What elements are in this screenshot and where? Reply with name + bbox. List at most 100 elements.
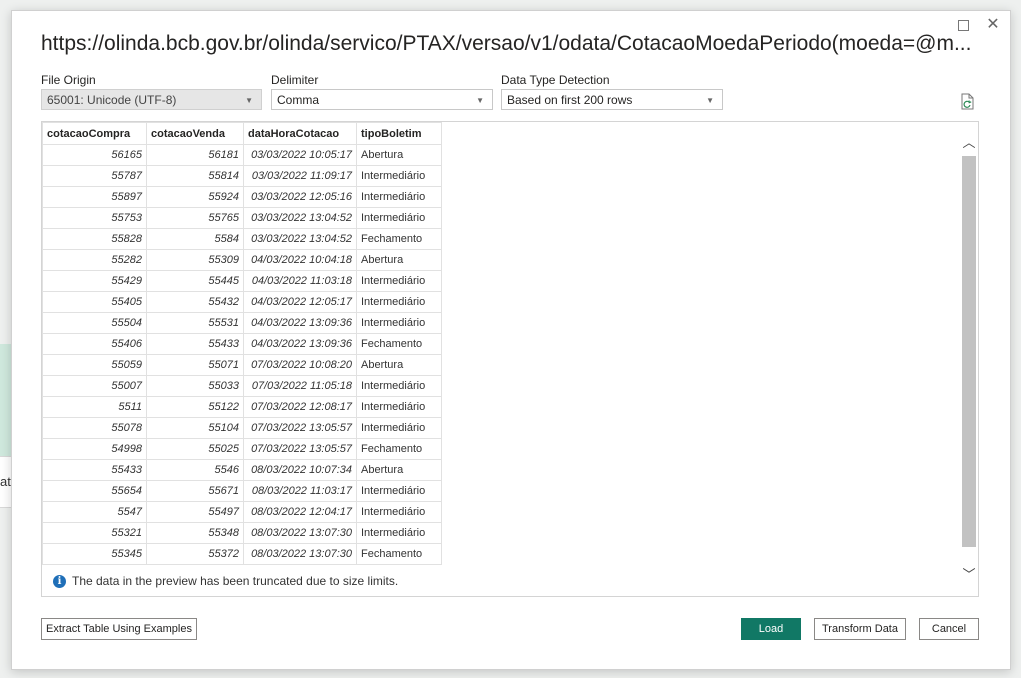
cancel-button[interactable]: Cancel <box>919 618 979 640</box>
table-cell: Fechamento <box>356 333 442 355</box>
table-row: 55282 55309 04/03/2022 10:04:18 Abertura <box>42 249 442 271</box>
table-cell: 55445 <box>146 270 244 292</box>
table-cell: 5584 <box>146 228 244 250</box>
table-cell: 55309 <box>146 249 244 271</box>
table-cell: 55765 <box>146 207 244 229</box>
scroll-thumb[interactable] <box>962 156 976 547</box>
table-cell: 07/03/2022 11:05:18 <box>243 375 357 397</box>
data-type-detection-label: Data Type Detection <box>501 73 610 87</box>
table-cell: 55433 <box>146 333 244 355</box>
load-button[interactable]: Load <box>741 618 801 640</box>
data-type-detection-value: Based on first 200 rows <box>507 93 633 107</box>
table-cell: 55787 <box>42 165 147 187</box>
table-cell: 03/03/2022 13:04:52 <box>243 228 357 250</box>
table-cell: 55828 <box>42 228 147 250</box>
table-cell: Fechamento <box>356 438 442 460</box>
table-cell: 04/03/2022 13:09:36 <box>243 312 357 334</box>
table-cell: 55497 <box>146 501 244 523</box>
column-header: tipoBoletim <box>356 122 442 145</box>
file-origin-select[interactable]: 65001: Unicode (UTF-8) ▼ <box>41 89 262 110</box>
table-cell: 03/03/2022 12:05:16 <box>243 186 357 208</box>
table-cell: 08/03/2022 13:07:30 <box>243 543 357 565</box>
table-cell: 07/03/2022 13:05:57 <box>243 438 357 460</box>
table-cell: Intermediário <box>356 186 442 208</box>
table-cell: 08/03/2022 13:07:30 <box>243 522 357 544</box>
table-cell: Intermediário <box>356 291 442 313</box>
scroll-down-icon[interactable]: ﹀ <box>960 564 978 586</box>
table-cell: Fechamento <box>356 543 442 565</box>
table-row: 54998 55025 07/03/2022 13:05:57 Fechamento <box>42 438 442 460</box>
table-row: 55078 55104 07/03/2022 13:05:57 Intermediár… <box>42 417 442 439</box>
table-row: 55654 55671 08/03/2022 11:03:17 Intermediár… <box>42 480 442 502</box>
chevron-down-icon: ▼ <box>245 96 253 105</box>
table-row: 55897 55924 03/03/2022 12:05:16 Intermediár… <box>42 186 442 208</box>
table-row: 55321 55348 08/03/2022 13:07:30 Intermediár… <box>42 522 442 544</box>
table-cell: 55671 <box>146 480 244 502</box>
column-header: cotacaoCompra <box>42 122 147 145</box>
table-cell: Abertura <box>356 249 442 271</box>
preview-table: cotacaoCompra cotacaoVenda dataHoraCotac… <box>42 122 442 565</box>
data-type-detection-select[interactable]: Based on first 200 rows ▼ <box>501 89 723 110</box>
table-cell: Intermediário <box>356 312 442 334</box>
chevron-down-icon: ▼ <box>706 96 714 105</box>
truncation-message: The data in the preview has been truncat… <box>72 574 399 588</box>
scroll-up-icon[interactable]: ︿ <box>960 132 978 154</box>
column-header: dataHoraCotacao <box>243 122 357 145</box>
table-row: 56165 56181 03/03/2022 10:05:17 Abertura <box>42 144 442 166</box>
table-cell: 03/03/2022 10:05:17 <box>243 144 357 166</box>
table-cell: 55104 <box>146 417 244 439</box>
table-cell: Fechamento <box>356 228 442 250</box>
table-cell: 55405 <box>42 291 147 313</box>
delimiter-value: Comma <box>277 93 320 107</box>
table-cell: 07/03/2022 13:05:57 <box>243 417 357 439</box>
vertical-scrollbar[interactable]: ︿ ﹀ <box>960 122 978 596</box>
table-cell: 08/03/2022 11:03:17 <box>243 480 357 502</box>
table-cell: 04/03/2022 12:05:17 <box>243 291 357 313</box>
table-cell: 55007 <box>42 375 147 397</box>
table-cell: 55372 <box>146 543 244 565</box>
table-cell: 08/03/2022 12:04:17 <box>243 501 357 523</box>
file-origin-value: 65001: Unicode (UTF-8) <box>47 93 177 107</box>
dialog-title: https://olinda.bcb.gov.br/olinda/servico… <box>41 32 972 55</box>
table-cell: 56165 <box>42 144 147 166</box>
table-cell: Abertura <box>356 354 442 376</box>
close-icon[interactable]: ✕ <box>982 14 1004 36</box>
table-cell: 5546 <box>146 459 244 481</box>
table-cell: 07/03/2022 10:08:20 <box>243 354 357 376</box>
table-cell: Intermediário <box>356 522 442 544</box>
table-cell: 55504 <box>42 312 147 334</box>
table-cell: Intermediário <box>356 417 442 439</box>
table-row: 55405 55432 04/03/2022 12:05:17 Intermediár… <box>42 291 442 313</box>
table-cell: 55078 <box>42 417 147 439</box>
table-cell: Abertura <box>356 144 442 166</box>
table-cell: 55924 <box>146 186 244 208</box>
table-cell: 04/03/2022 10:04:18 <box>243 249 357 271</box>
table-cell: Intermediário <box>356 207 442 229</box>
table-cell: 55406 <box>42 333 147 355</box>
table-cell: 55059 <box>42 354 147 376</box>
table-row: 55429 55445 04/03/2022 11:03:18 Intermediár… <box>42 270 442 292</box>
transform-data-button[interactable]: Transform Data <box>814 618 906 640</box>
csv-import-dialog: ✕ https://olinda.bcb.gov.br/olinda/servi… <box>11 10 1011 670</box>
table-cell: 55897 <box>42 186 147 208</box>
table-cell: 03/03/2022 13:04:52 <box>243 207 357 229</box>
table-cell: 55282 <box>42 249 147 271</box>
table-row: 55059 55071 07/03/2022 10:08:20 Abertura <box>42 354 442 376</box>
table-cell: 55432 <box>146 291 244 313</box>
extract-table-button[interactable]: Extract Table Using Examples <box>41 618 197 640</box>
background-partial-text: at <box>0 474 11 489</box>
info-icon: i <box>53 574 66 588</box>
table-cell: 03/03/2022 11:09:17 <box>243 165 357 187</box>
table-cell: Intermediário <box>356 270 442 292</box>
table-row: 5511 55122 07/03/2022 12:08:17 Intermediári… <box>42 396 442 418</box>
table-row: 5547 55497 08/03/2022 12:04:17 Intermediári… <box>42 501 442 523</box>
table-cell: 5511 <box>42 396 147 418</box>
table-row: 55787 55814 03/03/2022 11:09:17 Intermediár… <box>42 165 442 187</box>
delimiter-select[interactable]: Comma ▼ <box>271 89 493 110</box>
table-cell: 55321 <box>42 522 147 544</box>
table-cell: 55531 <box>146 312 244 334</box>
table-cell: Intermediário <box>356 501 442 523</box>
table-cell: Abertura <box>356 459 442 481</box>
refresh-file-icon[interactable] <box>960 93 976 111</box>
table-cell: 55122 <box>146 396 244 418</box>
